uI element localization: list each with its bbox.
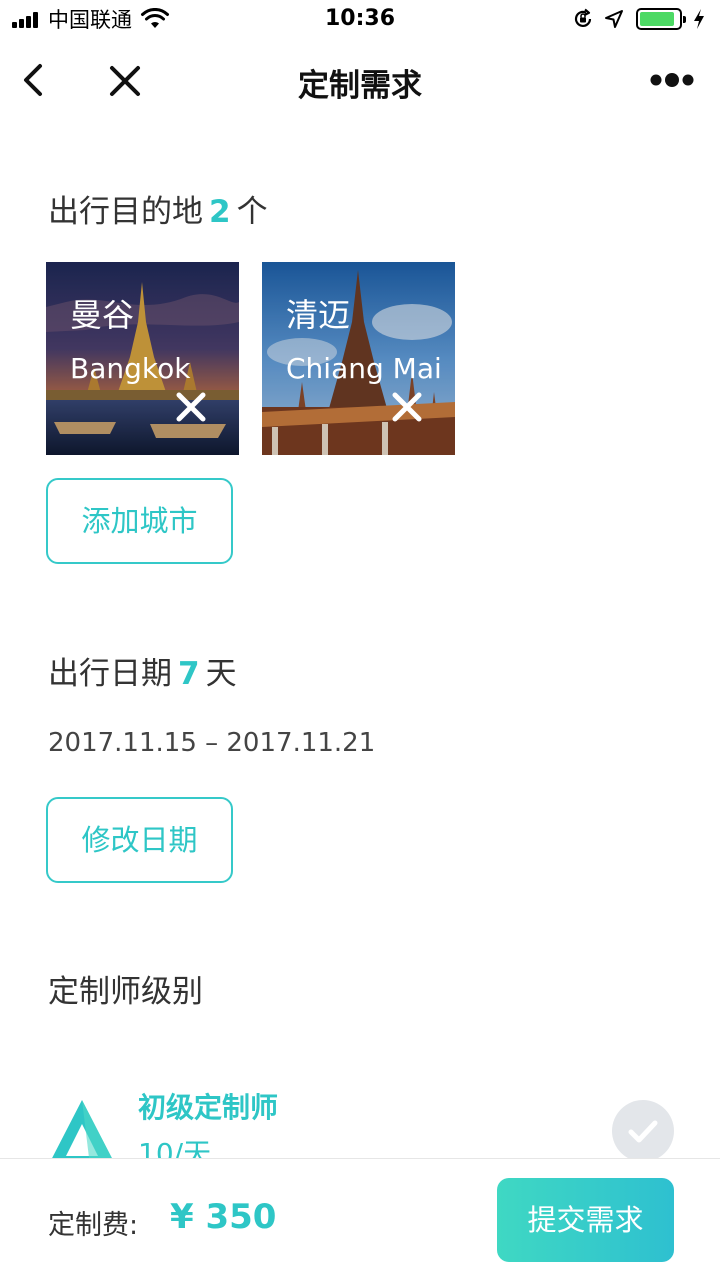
status-right	[562, 7, 706, 31]
city-list: 曼谷 Bangkok 清迈 Chiang Mai	[46, 262, 478, 455]
remove-city-icon[interactable]	[174, 390, 208, 424]
date-days-unit: 天	[205, 656, 237, 692]
destination-count: 2	[209, 194, 231, 230]
nav-bar: 定制需求	[0, 40, 720, 120]
status-bar: 中国联通 10:36	[0, 0, 720, 40]
screen: 中国联通 10:36 定制需求 出行目的地 2 个 曼谷 Bangkok 清迈 …	[0, 0, 720, 1280]
orientation-lock-icon	[574, 8, 592, 28]
fee-label: 定制费:	[48, 1210, 139, 1241]
fee-value: ¥ 350	[170, 1197, 277, 1237]
level-name: 初级定制师	[138, 1091, 279, 1124]
edit-date-button[interactable]: 修改日期	[46, 797, 233, 883]
location-icon	[605, 10, 623, 28]
check-icon	[628, 1120, 658, 1143]
bottom-bar: 定制费: ¥ 350 提交需求	[0, 1158, 720, 1280]
level-title: 定制师级别	[48, 974, 203, 1010]
destination-title-label: 出行目的地	[48, 194, 203, 230]
date-title: 出行日期 7 天	[48, 648, 237, 693]
date-range: 2017.11.15 – 2017.11.21	[48, 728, 376, 758]
submit-button[interactable]: 提交需求	[497, 1178, 674, 1262]
destination-title: 出行目的地 2 个	[48, 186, 268, 231]
level-select-check[interactable]	[612, 1100, 674, 1162]
city-name-cn: 曼谷	[70, 296, 135, 334]
add-city-button[interactable]: 添加城市	[46, 478, 233, 564]
destination-unit: 个	[236, 194, 268, 230]
city-card-chiang-mai[interactable]: 清迈 Chiang Mai	[262, 262, 455, 455]
page-title: 定制需求	[298, 68, 422, 104]
city-name-en: Bangkok	[70, 352, 191, 385]
city-card-bangkok[interactable]: 曼谷 Bangkok	[46, 262, 239, 455]
battery-icon	[636, 8, 686, 30]
more-dots-icon[interactable]	[650, 70, 694, 90]
remove-city-icon[interactable]	[390, 390, 424, 424]
level-option-junior[interactable]: 初级定制师 10/天	[46, 1080, 676, 1170]
battery-level	[640, 12, 675, 26]
city-name-cn: 清迈	[286, 296, 351, 334]
date-days-count: 7	[178, 656, 200, 692]
charging-icon	[694, 9, 704, 29]
city-name-en: Chiang Mai	[286, 352, 442, 385]
date-title-label: 出行日期	[48, 656, 172, 692]
